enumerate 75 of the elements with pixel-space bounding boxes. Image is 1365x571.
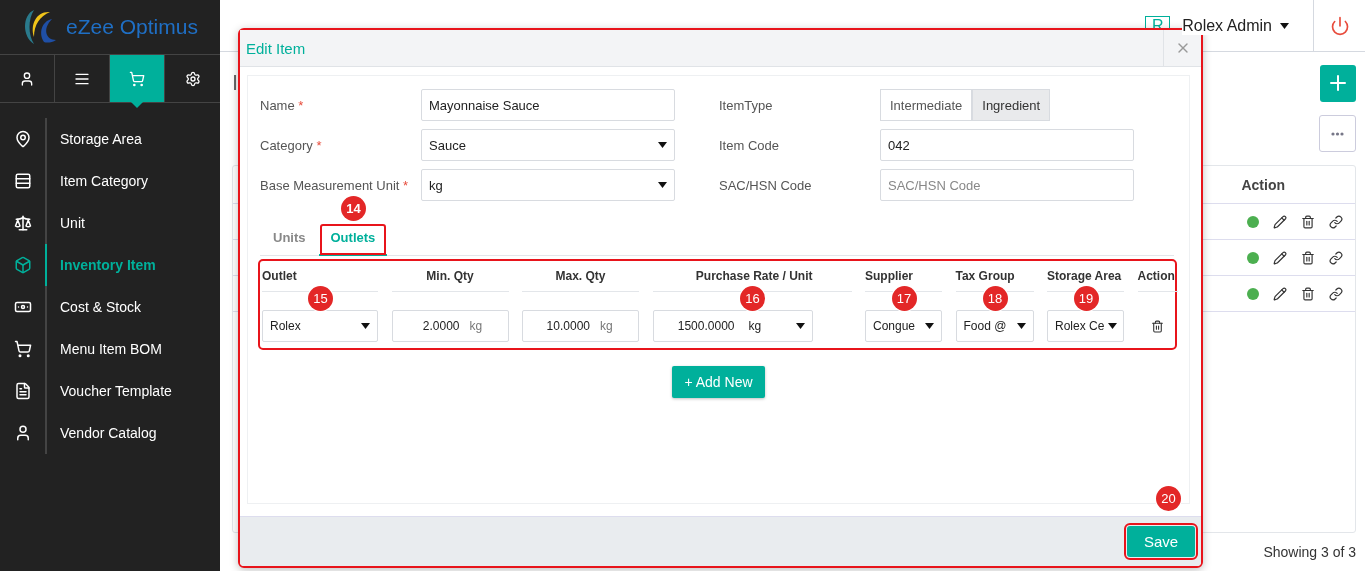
field-label: Item Code [719, 137, 780, 153]
step-badge: 19 [1073, 286, 1099, 311]
select-field[interactable]: Rolex Ce [1047, 310, 1124, 342]
caret-icon [795, 323, 805, 329]
sidebar-item[interactable]: Voucher Template [60, 383, 172, 399]
quantity-field[interactable]: 10.0000 kg [522, 310, 639, 342]
record-count: Showing 3 of 3 [1263, 544, 1356, 560]
sidebar-item[interactable]: Inventory Item [60, 257, 156, 273]
link-icon[interactable] [1329, 286, 1343, 301]
column-header: Action [1137, 269, 1178, 292]
delete-icon[interactable] [1151, 319, 1164, 333]
cart-icon [129, 70, 145, 87]
caret-icon [658, 142, 667, 148]
select-field[interactable]: Congue [865, 310, 942, 342]
select-field[interactable]: Sauce [421, 129, 675, 161]
column-header: Action [1241, 176, 1285, 193]
delete-icon[interactable] [1301, 214, 1315, 229]
link-icon[interactable] [1329, 250, 1343, 265]
item-type-option[interactable]: Ingredient [972, 89, 1051, 121]
step-badge: 18 [982, 286, 1008, 311]
step-badge: 16 [740, 286, 765, 311]
add-button[interactable] [1320, 64, 1356, 102]
delete-icon[interactable] [1301, 250, 1315, 265]
sidebar-item[interactable]: Cost & Stock [60, 299, 141, 315]
scale-icon [13, 214, 32, 232]
more-icon [1331, 131, 1344, 136]
caret-icon [1108, 323, 1118, 329]
edit-icon[interactable] [1273, 250, 1287, 265]
cart-icon [13, 340, 32, 358]
field-label: Name * [260, 97, 305, 113]
dialog-title: Edit Item [245, 39, 306, 57]
select-field[interactable]: kg [421, 169, 675, 201]
step-badge: 14 [340, 196, 366, 221]
sidebar-item[interactable]: Item Category [60, 173, 148, 189]
edit-icon[interactable] [1273, 286, 1287, 301]
caret-icon [1016, 323, 1026, 329]
step-badge: 20 [1156, 486, 1181, 511]
sidebar-item[interactable]: Storage Area [60, 131, 142, 147]
column-header: Min. Qty [391, 269, 509, 292]
power-icon [1329, 15, 1350, 36]
item-type-option[interactable]: Intermediate [880, 89, 973, 121]
box-icon [13, 256, 32, 274]
delete-icon[interactable] [1301, 286, 1315, 301]
user-menu[interactable]: Rolex Admin [1182, 16, 1272, 35]
sidebar-item[interactable]: Menu Item BOM [60, 341, 162, 357]
link-icon[interactable] [1329, 214, 1343, 229]
caret-icon [1280, 22, 1289, 29]
sidebar-item[interactable]: Vendor Catalog [60, 425, 157, 441]
text-field[interactable]: Mayonnaise Sauce [421, 89, 675, 121]
select-field[interactable]: Food @ [955, 310, 1034, 342]
text-field[interactable]: SAC/HSN Code [880, 169, 1134, 201]
caret-icon [925, 323, 934, 329]
list-icon [13, 172, 32, 190]
step-badge: 17 [891, 286, 917, 311]
field-label: Base Measurement Unit * [260, 177, 410, 193]
edit-icon[interactable] [1273, 214, 1287, 229]
settings-icon [184, 70, 201, 87]
caret-icon [658, 182, 667, 188]
text-field[interactable]: 042 [880, 129, 1134, 161]
field-label: Category * [260, 137, 323, 153]
sidebar-item[interactable]: Unit [60, 215, 85, 231]
field-label: ItemType [719, 97, 774, 113]
column-header: Max. Qty [522, 269, 639, 292]
tab[interactable]: Units [261, 223, 318, 256]
caret-icon [361, 323, 370, 329]
rate-field[interactable]: 1500.0000 kg [652, 310, 813, 342]
user-icon [19, 70, 35, 87]
step-badge: 15 [308, 286, 333, 311]
field-label: SAC/HSN Code [719, 177, 813, 193]
document-icon [13, 382, 32, 400]
select-field[interactable]: Rolex [262, 310, 378, 342]
page-title: I [232, 70, 239, 96]
logo-text: eZee Optimus [66, 15, 198, 39]
pin-icon [13, 130, 32, 148]
quantity-field[interactable]: 2.0000 kg [391, 310, 509, 342]
